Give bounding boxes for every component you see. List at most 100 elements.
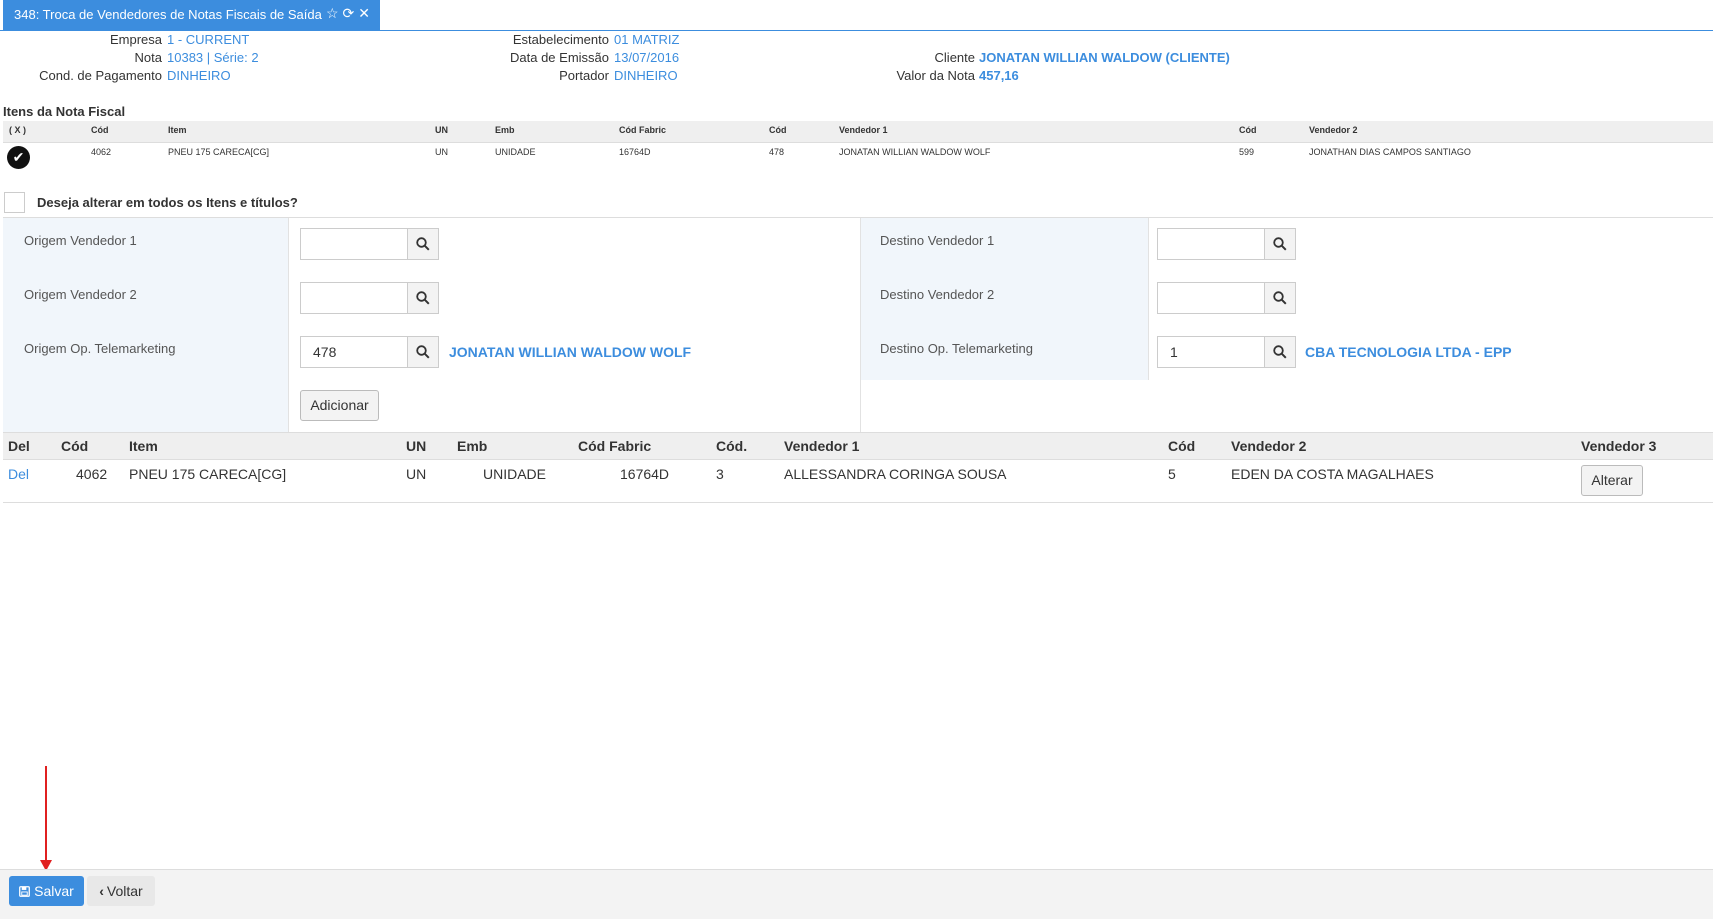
annotation-arrow <box>45 766 47 866</box>
origem-label-panel <box>3 218 288 432</box>
search-icon <box>1273 291 1287 305</box>
tab-bar: 348: Troca de Vendedores de Notas Fiscai… <box>0 0 1713 31</box>
destino-vendedor1-label: Destino Vendedor 1 <box>880 233 995 248</box>
origem-vendedor1-label: Origem Vendedor 1 <box>24 233 137 248</box>
close-icon[interactable]: ✕ <box>358 5 374 21</box>
footer-bar <box>0 869 1713 919</box>
cell-cod-v1: 3 <box>716 466 724 482</box>
destino-vendedor1-input[interactable] <box>1157 228 1265 260</box>
itens-header-row: ( X ) Cód Item UN Emb Cód Fabric Cód Ven… <box>3 121 1713 143</box>
itens-col-cod-v2: Cód <box>1239 125 1257 135</box>
itens-col-item: Item <box>168 125 187 135</box>
tab-active[interactable]: 348: Troca de Vendedores de Notas Fiscai… <box>3 0 380 30</box>
save-button-label: Salvar <box>34 883 74 899</box>
valor-value: 457,16 <box>979 68 1019 83</box>
col-cod-v2: Cód <box>1168 438 1196 454</box>
chevron-left-icon: ‹ <box>99 883 104 899</box>
col-vendedor3: Vendedor 3 <box>1581 438 1657 454</box>
cell-un: UN <box>406 466 427 482</box>
tab-title: 348: Troca de Vendedores de Notas Fiscai… <box>14 7 322 22</box>
itens-col-emb: Emb <box>495 125 515 135</box>
search-icon <box>1273 237 1287 251</box>
destino-vendedor1-search-button[interactable] <box>1264 228 1296 260</box>
vendedor-form <box>3 217 1713 432</box>
itens-col-un: UN <box>435 125 448 135</box>
origem-vendedor1-search-button[interactable] <box>407 228 439 260</box>
emissao-label: Data de Emissão <box>510 50 609 65</box>
adicionar-button[interactable]: Adicionar <box>300 390 379 421</box>
itens-cell-cod-v2: 599 <box>1239 147 1255 157</box>
itens-col-select: ( X ) <box>9 125 26 135</box>
itens-cell-cod-v1: 478 <box>769 147 785 157</box>
search-icon <box>416 345 430 359</box>
search-icon <box>1273 345 1287 359</box>
destino-telemarketing-label: Destino Op. Telemarketing <box>880 341 1033 356</box>
result-table-header: Del Cód Item UN Emb Cód Fabric Cód. Vend… <box>3 432 1713 460</box>
destino-telemarketing-search-button[interactable] <box>1264 336 1296 368</box>
cell-cod: 4062 <box>76 466 108 482</box>
destino-telemarketing-name: CBA TECNOLOGIA LTDA - EPP <box>1305 344 1512 360</box>
cliente-label: Cliente <box>934 50 975 65</box>
origem-telemarketing-label: Origem Op. Telemarketing <box>24 341 176 356</box>
delete-link[interactable]: Del <box>8 466 29 482</box>
itens-cell-un: UN <box>435 147 448 157</box>
itens-col-vendedor2: Vendedor 2 <box>1309 125 1358 135</box>
col-cod-v1: Cód. <box>716 438 748 454</box>
origem-vendedor2-input[interactable] <box>300 282 408 314</box>
search-icon <box>416 291 430 305</box>
cell-cod-v2: 5 <box>1168 466 1176 482</box>
cell-item: PNEU 175 CARECA[CG] <box>129 466 287 482</box>
origem-vendedor1-input[interactable] <box>300 228 408 260</box>
pagamento-label: Cond. de Pagamento <box>39 68 162 83</box>
portador-label: Portador <box>559 68 609 83</box>
origem-telemarketing-input[interactable]: 478 <box>300 336 408 368</box>
back-button[interactable]: ‹ Voltar <box>87 876 155 906</box>
alterar-todos-checkbox[interactable] <box>4 192 25 213</box>
empresa-value: 1 - CURRENT <box>167 32 250 47</box>
origem-telemarketing-search-button[interactable] <box>407 336 439 368</box>
col-vendedor2: Vendedor 2 <box>1231 438 1307 454</box>
nota-value: 10383 | Série: 2 <box>167 50 259 65</box>
destino-vendedor2-label: Destino Vendedor 2 <box>880 287 995 302</box>
col-codfabric: Cód Fabric <box>578 438 652 454</box>
col-un: UN <box>406 438 427 454</box>
col-vendedor1: Vendedor 1 <box>784 438 860 454</box>
star-icon[interactable]: ☆ <box>326 5 343 21</box>
itens-col-codfabric: Cód Fabric <box>619 125 667 135</box>
table-row: Del 4062 PNEU 175 CARECA[CG] UN UNIDADE … <box>3 460 1713 503</box>
back-button-label: Voltar <box>106 883 143 899</box>
itens-col-cod: Cód <box>91 125 109 135</box>
destino-telemarketing-input[interactable]: 1 <box>1157 336 1265 368</box>
itens-col-vendedor1: Vendedor 1 <box>839 125 888 135</box>
itens-cell-vendedor1: JONATAN WILLIAN WALDOW WOLF <box>839 147 991 157</box>
itens-cell-cod: 4062 <box>91 147 112 157</box>
empresa-label: Empresa <box>109 32 162 47</box>
alterar-todos-label: Deseja alterar em todos os Itens e títul… <box>37 195 298 210</box>
alterar-button[interactable]: Alterar <box>1581 465 1643 496</box>
valor-label: Valor da Nota <box>896 68 975 83</box>
destino-vendedor2-search-button[interactable] <box>1264 282 1296 314</box>
origem-vendedor2-search-button[interactable] <box>407 282 439 314</box>
col-cod: Cód <box>61 438 89 454</box>
emissao-value: 13/07/2016 <box>614 50 680 65</box>
cell-codfabric: 16764D <box>620 466 670 482</box>
cell-vendedor2: EDEN DA COSTA MAGALHAES <box>1231 466 1434 482</box>
cliente-value: JONATAN WILLIAN WALDOW (CLIENTE) <box>979 50 1230 65</box>
refresh-icon[interactable]: ⟳ <box>343 5 359 21</box>
origem-vendedor2-label: Origem Vendedor 2 <box>24 287 137 302</box>
save-button[interactable]: Salvar <box>9 876 84 906</box>
estabelecimento-value: 01 MATRIZ <box>614 32 680 47</box>
itens-cell-emb: UNIDADE <box>495 147 536 157</box>
col-item: Item <box>129 438 158 454</box>
search-icon <box>416 237 430 251</box>
itens-cell-vendedor2: JONATHAN DIAS CAMPOS SANTIAGO <box>1309 147 1471 157</box>
destino-vendedor2-input[interactable] <box>1157 282 1265 314</box>
save-icon <box>19 886 31 897</box>
itens-cell-item: PNEU 175 CARECA[CG] <box>168 147 270 157</box>
col-del: Del <box>8 438 30 454</box>
check-icon[interactable]: ✔ <box>7 146 30 169</box>
col-emb: Emb <box>457 438 488 454</box>
itens-cell-codfabric: 16764D <box>619 147 651 157</box>
pagamento-value: DINHEIRO <box>167 68 231 83</box>
portador-value: DINHEIRO <box>614 68 678 83</box>
